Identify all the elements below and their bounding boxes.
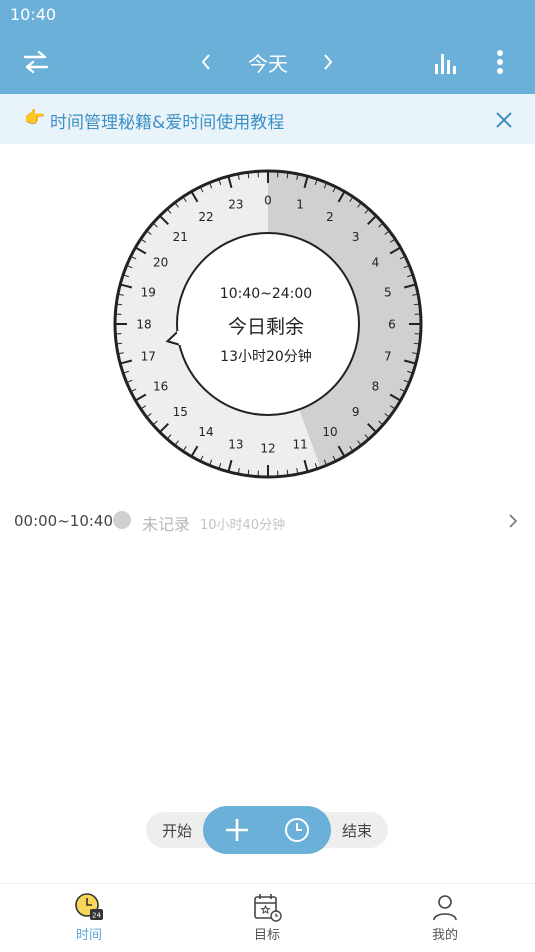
prev-day-button[interactable] (196, 50, 216, 74)
clock-tick (414, 343, 419, 344)
clock-24-icon: 24 (74, 892, 104, 922)
tab-time[interactable]: 24 时间 (44, 892, 134, 948)
goal-calendar-icon (252, 892, 282, 922)
clock-hour-label: 2 (326, 210, 334, 224)
clock-hour-label: 17 (141, 350, 156, 364)
tab-label-time: 时间 (44, 924, 134, 943)
clock-tick (117, 343, 122, 344)
tab-label-profile: 我的 (400, 924, 490, 943)
clock-hour-label: 14 (198, 425, 213, 439)
clock-hour-label: 5 (384, 285, 392, 299)
clock-tick (248, 470, 249, 475)
pointing-hand-icon: 👉 (24, 108, 45, 128)
next-day-button[interactable] (318, 50, 338, 74)
record-status-dot (113, 511, 131, 529)
page-title: 今天 (230, 48, 306, 77)
clock-hour-label: 19 (141, 285, 156, 299)
tab-profile[interactable]: 我的 (400, 892, 490, 948)
profile-icon (430, 892, 460, 922)
swap-icon[interactable] (22, 48, 50, 76)
stats-icon[interactable] (432, 50, 460, 76)
clock-tick (287, 173, 288, 178)
clock-icon[interactable] (283, 816, 311, 844)
clock-hour-label: 6 (388, 318, 396, 332)
clock-hour-label: 16 (153, 380, 168, 394)
tutorial-banner[interactable]: 👉 时间管理秘籍&爱时间使用教程 (0, 94, 535, 144)
status-time: 10:40 (10, 5, 56, 24)
tab-goal[interactable]: 目标 (222, 892, 312, 948)
clock-tick (287, 470, 288, 475)
clock-tick (414, 304, 419, 305)
action-pill-center (203, 806, 331, 854)
status-bar: 10:40 (0, 0, 535, 30)
remaining-duration: 13小时20分钟 (176, 346, 356, 366)
tab-label-goal: 目标 (222, 924, 312, 943)
record-label: 未记录 (142, 511, 190, 535)
more-icon[interactable] (490, 48, 510, 76)
add-icon[interactable] (223, 816, 251, 844)
clock-hour-label: 13 (228, 437, 243, 451)
clock-center-info: 10:40~24:00 今日剩余 13小时20分钟 (176, 240, 356, 400)
clock-hour-label: 9 (352, 405, 360, 419)
svg-text:24: 24 (92, 912, 101, 920)
end-button[interactable]: 结束 (342, 820, 372, 841)
chevron-right-icon (506, 512, 520, 530)
record-row[interactable]: 00:00~10:40 未记录 10小时40分钟 (0, 500, 535, 542)
banner-text[interactable]: 时间管理秘籍&爱时间使用教程 (50, 108, 284, 133)
clock-hour-label: 15 (173, 405, 188, 419)
app-bar: 今天 (0, 30, 535, 94)
clock-tick (248, 173, 249, 178)
clock-hour-label: 11 (292, 437, 307, 451)
close-icon[interactable] (494, 110, 514, 130)
clock-hour-label: 1 (296, 198, 304, 212)
bottom-tab-bar: 24 时间 目标 我的 (0, 883, 535, 952)
record-duration: 10小时40分钟 (200, 514, 285, 533)
clock-hour-label: 20 (153, 256, 168, 270)
clock-hour-label: 18 (136, 318, 151, 332)
remaining-label: 今日剩余 (176, 312, 356, 339)
record-range: 00:00~10:40 (14, 512, 113, 530)
remaining-range: 10:40~24:00 (176, 286, 356, 302)
clock-hour-label: 22 (198, 210, 213, 224)
clock-hour-label: 23 (228, 198, 243, 212)
clock-hour-label: 0 (264, 194, 272, 208)
clock-hour-label: 10 (322, 425, 337, 439)
clock-hour-label: 8 (372, 380, 380, 394)
clock-hour-label: 7 (384, 350, 392, 364)
start-button[interactable]: 开始 (162, 820, 192, 841)
clock-hour-label: 12 (260, 442, 275, 456)
clock-tick (117, 304, 122, 305)
clock-hour-label: 4 (372, 256, 380, 270)
